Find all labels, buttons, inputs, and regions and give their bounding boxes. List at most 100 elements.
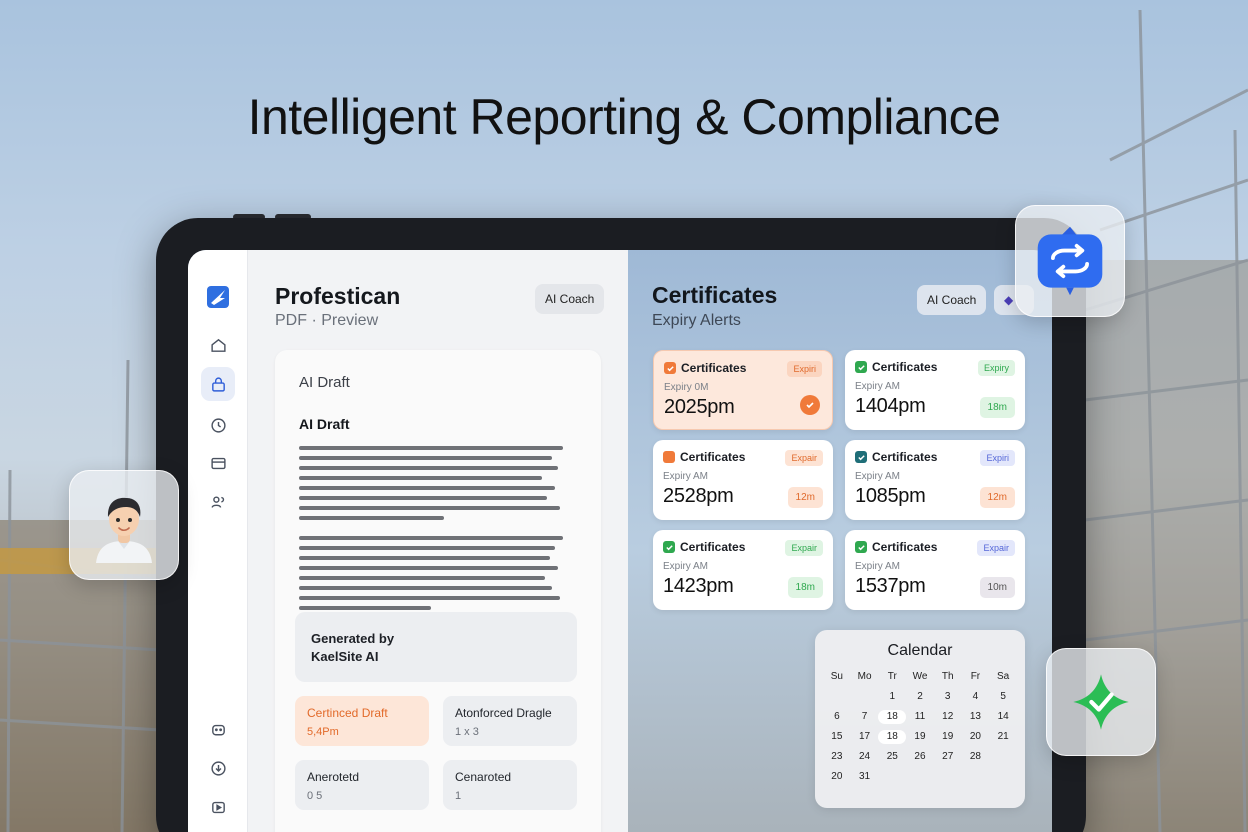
calendar-date[interactable]: 1 (878, 690, 906, 704)
certificate-title: Certificates (680, 450, 746, 464)
certificate-title: Certificates (680, 540, 746, 554)
bolt-logo-icon[interactable] (201, 280, 235, 314)
checkbox-icon (855, 451, 867, 463)
lock-icon[interactable] (201, 367, 235, 401)
calendar-date[interactable]: 15 (823, 730, 851, 744)
certificate-card[interactable]: Certificates Expiri Expiry AM 1085pm 12m (845, 440, 1025, 520)
user-avatar-tile[interactable] (69, 470, 179, 580)
calendar-date[interactable]: 31 (851, 770, 879, 784)
calendar-date[interactable]: 20 (962, 730, 990, 744)
stat-card[interactable]: Anerotetd 0 5 (295, 760, 429, 810)
calendar-date[interactable]: 6 (823, 710, 851, 724)
checkbox-icon (663, 541, 675, 553)
card-icon[interactable] (201, 446, 235, 480)
report-panel: Profestican PDF · Preview AI Coach AI Dr… (248, 250, 628, 832)
download-icon[interactable] (201, 751, 235, 785)
calendar-date[interactable]: 11 (906, 710, 934, 724)
play-icon[interactable] (201, 790, 235, 824)
draft-body-text (299, 446, 563, 616)
expiry-badge: Expiry (977, 360, 1015, 376)
time-tag: 18m (787, 577, 823, 598)
calendar-date[interactable]: 7 (851, 710, 879, 724)
calendar-day-header: Tr (887, 671, 897, 682)
certificate-card[interactable]: Certificates Expiri Expiry 0M 2025pm (653, 350, 833, 430)
calendar-empty-cell (906, 770, 934, 784)
calendar-date[interactable]: 20 (823, 770, 851, 784)
calendar-date[interactable]: 3 (934, 690, 962, 704)
certificates-subtitle: Expiry Alerts (652, 312, 741, 329)
calendar-date[interactable]: 21 (989, 730, 1017, 744)
calendar-date[interactable]: 18 (878, 710, 907, 724)
certificate-card[interactable]: Certificates Expair Expiry AM 1423pm 18m (653, 530, 833, 610)
report-title: Profestican (275, 283, 401, 309)
calendar-date[interactable]: 5 (989, 690, 1017, 704)
certificate-value: 2025pm (664, 396, 735, 418)
calendar-empty-cell (934, 770, 962, 784)
calendar-date[interactable]: 19 (906, 730, 934, 744)
stat-card[interactable]: Atonforced Dragle 1 x 3 (443, 696, 577, 746)
calendar-date[interactable]: 18 (878, 730, 907, 744)
stat-card[interactable]: Cenaroted 1 (443, 760, 577, 810)
certificate-card[interactable]: Certificates Expiry Expiry AM 1404pm 18m (845, 350, 1025, 430)
calendar-date[interactable]: 12 (934, 710, 962, 724)
stat-card[interactable]: Certinced Draft 5,4Pm (295, 696, 429, 746)
certificate-title: Certificates (872, 360, 938, 374)
calendar-date[interactable]: 24 (851, 750, 879, 764)
calendar-empty-cell (962, 770, 990, 784)
calendar-date[interactable]: 25 (878, 750, 906, 764)
stat-card-title: Certinced Draft (307, 706, 388, 720)
calendar-date[interactable]: 28 (962, 750, 990, 764)
calendar-empty-cell (989, 750, 1017, 764)
calendar-empty-cell (851, 690, 879, 704)
check-star-icon (1073, 674, 1129, 730)
calendar-date[interactable]: 4 (962, 690, 990, 704)
calendar-date[interactable]: 26 (906, 750, 934, 764)
certificate-expiry: Expiry AM (855, 381, 901, 392)
expiry-badge: Expiri (787, 361, 822, 377)
draft-label: AI Draft (299, 374, 350, 391)
clock-icon[interactable] (201, 408, 235, 442)
checkbox-icon (855, 541, 867, 553)
certificate-expiry: Expiry AM (855, 471, 901, 482)
sync-icon (1037, 226, 1103, 296)
ai-coach-button[interactable]: AI Coach (535, 284, 605, 314)
time-tag: 12m (979, 487, 1015, 508)
certificate-title: Certificates (872, 450, 938, 464)
generated-line-1: Generated by (311, 631, 395, 646)
generated-by-box: Generated by KaelSite AI (295, 612, 577, 682)
calendar-day-header: We (912, 671, 928, 682)
calendar-date[interactable]: 13 (962, 710, 990, 724)
hero-title: Intelligent Reporting & Compliance (247, 89, 1001, 145)
stat-card-value: 5,4Pm (307, 726, 339, 738)
calendar-day-header: Th (941, 671, 954, 682)
calendar-date[interactable]: 17 (851, 730, 879, 744)
ai-coach-button-right[interactable]: AI Coach (917, 285, 987, 315)
draft-heading: AI Draft (299, 416, 350, 432)
chat-icon[interactable] (201, 713, 235, 747)
certificate-card[interactable]: Certificates Expair Expiry AM 2528pm 12m (653, 440, 833, 520)
expiry-badge: Expiri (980, 450, 1015, 466)
certificate-card[interactable]: Certificates Expair Expiry AM 1537pm 10m (845, 530, 1025, 610)
calendar-date[interactable]: 2 (906, 690, 934, 704)
stat-card-title: Anerotetd (307, 770, 360, 784)
approval-tile[interactable] (1046, 648, 1156, 756)
home-icon[interactable] (201, 328, 235, 362)
calendar-day-header: Sa (997, 671, 1010, 682)
calendar-day-header: Su (830, 671, 843, 682)
sync-tile[interactable] (1015, 205, 1125, 317)
checkbox-icon (664, 362, 676, 374)
calendar-day-header: Mo (857, 671, 872, 682)
expiry-badge: Expair (785, 540, 823, 556)
calendar-grid: Su Mo Tr We Th Fr Sa 1 2 3 4 5 6 7 18 11 12 13 14 15 17 18 19 1… (823, 670, 1017, 784)
calendar-date[interactable]: 14 (989, 710, 1017, 724)
calendar-empty-cell (823, 690, 851, 704)
time-tag: 12m (787, 487, 823, 508)
calendar-date[interactable]: 23 (823, 750, 851, 764)
app-screen: Profestican PDF · Preview AI Coach AI Dr… (188, 250, 1052, 832)
avatar-icon (96, 497, 152, 563)
certificate-expiry: Expiry AM (663, 471, 709, 482)
calendar-date[interactable]: 19 (934, 730, 962, 744)
calendar-date[interactable]: 27 (934, 750, 962, 764)
certificates-title: Certificates (652, 282, 778, 308)
users-icon[interactable] (201, 485, 235, 519)
